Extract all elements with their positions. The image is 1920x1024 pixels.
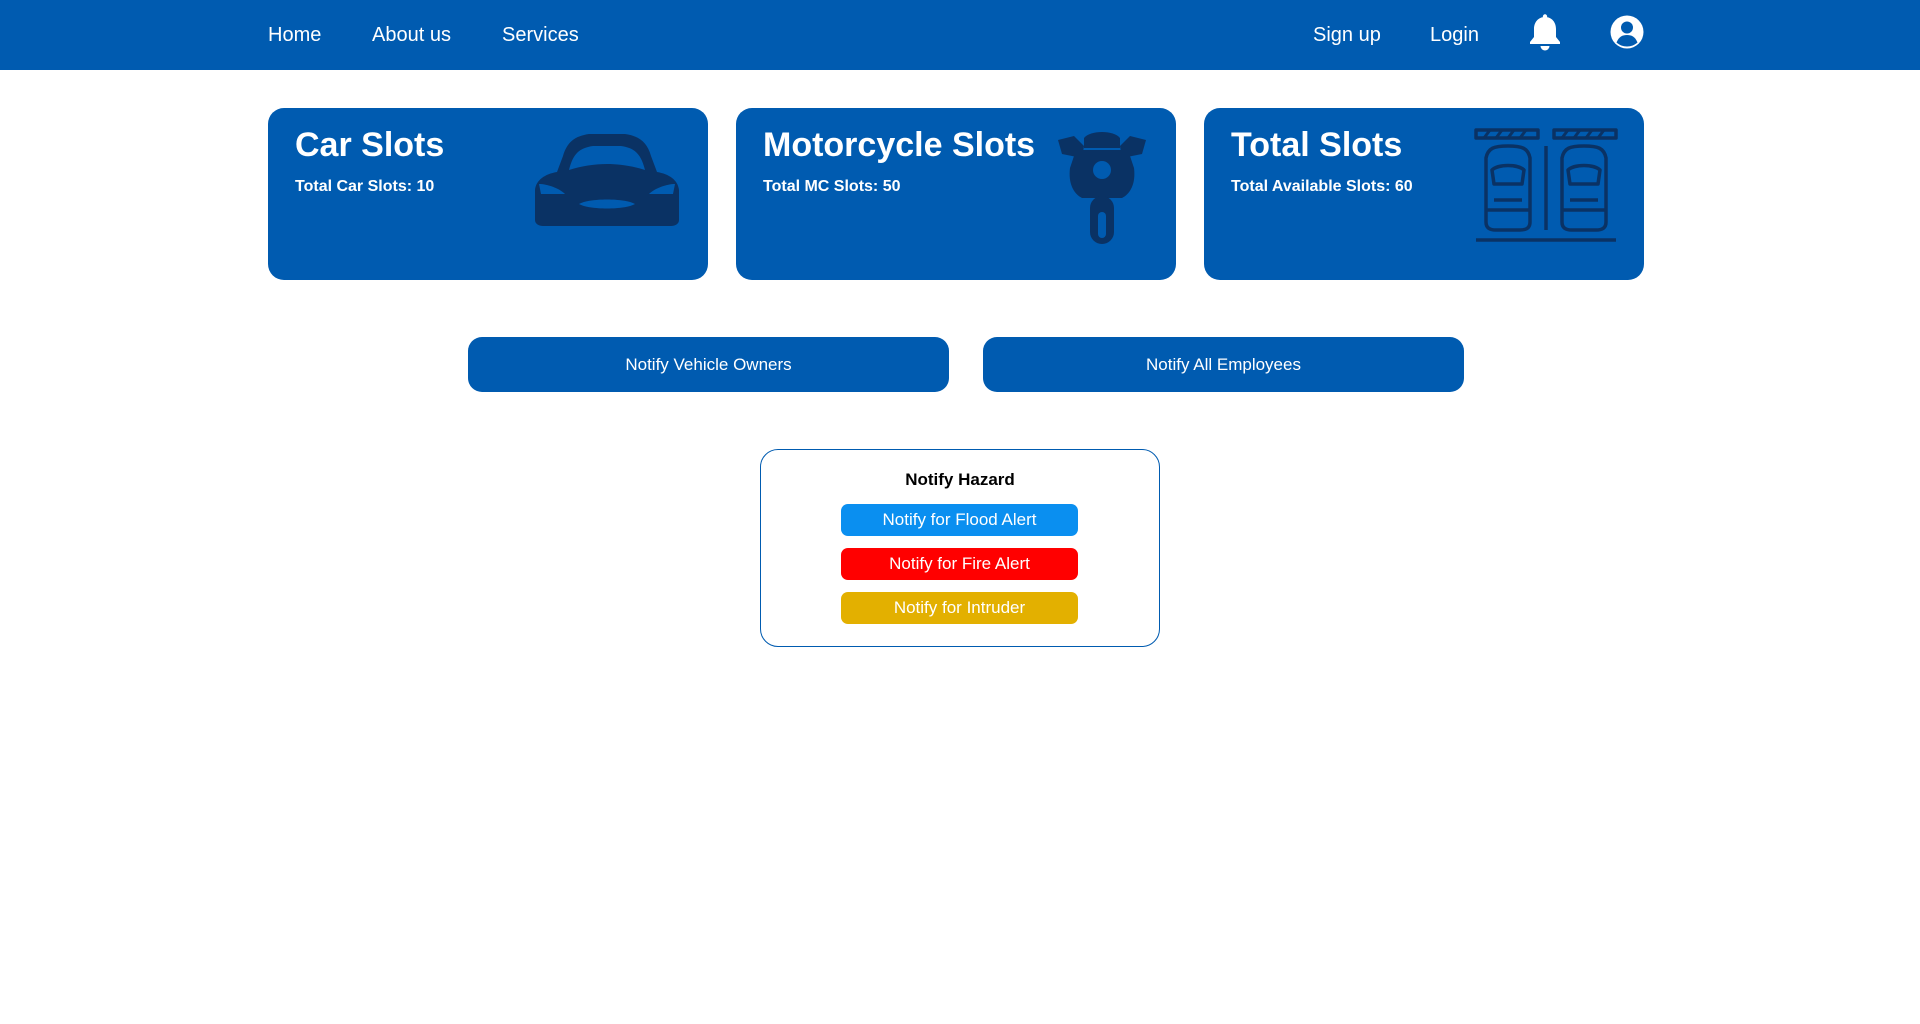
intruder-alert-button[interactable]: Notify for Intruder <box>841 592 1078 624</box>
nav-home-link[interactable]: Home <box>268 0 321 70</box>
nav-services-link[interactable]: Services <box>502 0 579 70</box>
notify-hazard-panel: Notify Hazard Notify for Flood Alert Not… <box>760 449 1160 647</box>
motorcycle-slots-count: Total MC Slots: 50 <box>763 178 901 195</box>
total-slots-title: Total Slots <box>1231 126 1403 164</box>
parking-lot-icon <box>1474 128 1618 242</box>
nav-signup-link[interactable]: Sign up <box>1313 0 1381 70</box>
notify-all-employees-button[interactable]: Notify All Employees <box>983 337 1464 392</box>
motorcycle-icon <box>1058 132 1146 244</box>
car-slots-count: Total Car Slots: 10 <box>295 178 435 195</box>
car-icon <box>535 134 679 226</box>
motorcycle-slots-card: Motorcycle Slots Total MC Slots: 50 <box>736 108 1176 280</box>
total-slots-count: Total Available Slots: 60 <box>1231 178 1413 195</box>
nav-about-link[interactable]: About us <box>372 0 451 70</box>
fire-alert-button[interactable]: Notify for Fire Alert <box>841 548 1078 580</box>
notify-vehicle-owners-button[interactable]: Notify Vehicle Owners <box>468 337 949 392</box>
user-circle-icon[interactable] <box>1609 14 1645 50</box>
flood-alert-button[interactable]: Notify for Flood Alert <box>841 504 1078 536</box>
notify-hazard-title: Notify Hazard <box>905 470 1015 489</box>
bell-icon[interactable] <box>1527 14 1563 52</box>
car-slots-card: Car Slots Total Car Slots: 10 <box>268 108 708 280</box>
top-navbar: Home About us Services Sign up Login <box>0 0 1920 70</box>
car-slots-title: Car Slots <box>295 126 445 164</box>
nav-login-link[interactable]: Login <box>1430 0 1479 70</box>
total-slots-card: Total Slots Total Available Slots: 60 <box>1204 108 1644 280</box>
motorcycle-slots-title: Motorcycle Slots <box>763 126 1036 164</box>
